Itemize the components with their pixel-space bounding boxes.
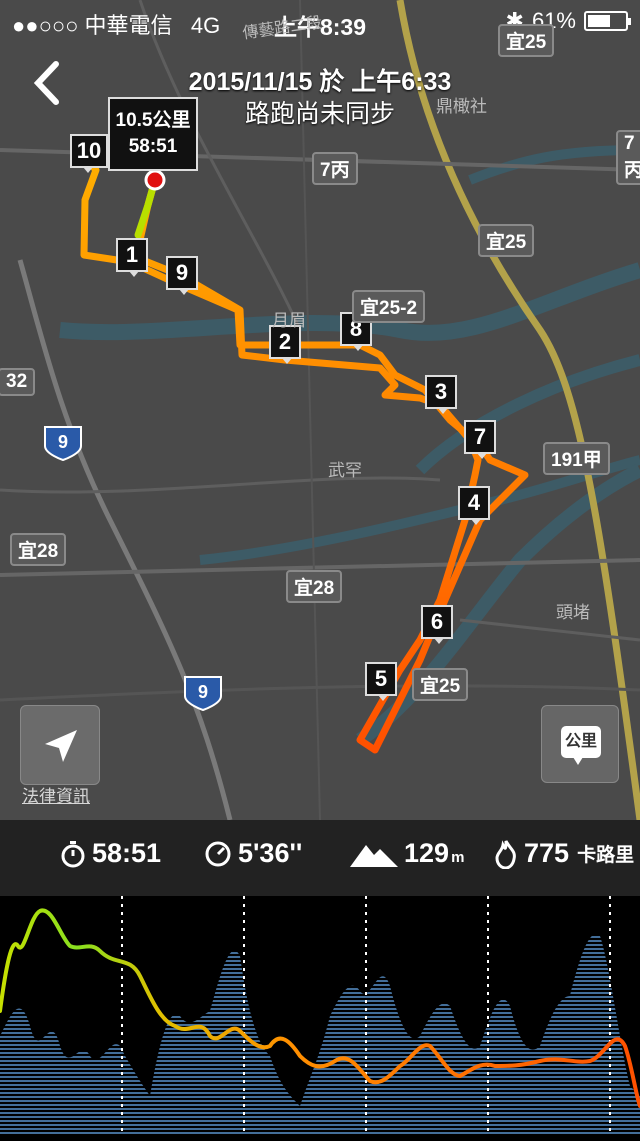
km-marker-3[interactable]: 3 [425, 375, 457, 414]
route-map[interactable]: ●●○○○ 中華電信 4G 上午8:39 ✱ 61% 2015/11/15 於 … [0, 0, 640, 820]
road-label: 宜25-2 [352, 290, 426, 323]
sync-status: 路跑尚未同步 [244, 100, 395, 128]
road-label: 191甲 [543, 442, 610, 475]
km-marker-4[interactable]: 4 [458, 486, 490, 525]
road-label: 宜28 [286, 570, 343, 603]
stats-bar: 58:51 5'36'' 129 m 775 卡路里 [0, 820, 640, 896]
speedometer-icon [205, 841, 231, 866]
pace-elevation-graph[interactable] [0, 896, 640, 1136]
road-label: 宜25 [478, 224, 535, 257]
calories-value: 775 [524, 838, 570, 868]
road-3 [0, 476, 441, 494]
location-arrow-icon [45, 730, 77, 762]
road-label: 宜25 [498, 24, 555, 57]
route-line [78, 151, 529, 754]
graph-canvas [0, 896, 640, 1136]
stat-elevation: 129 m [350, 838, 464, 869]
calories-unit: 卡路里 [577, 845, 635, 866]
km-marker-9[interactable]: 9 [166, 256, 198, 295]
road-7 [0, 684, 640, 702]
road-label: 7丙 [312, 152, 358, 185]
place-label: 月眉 [272, 311, 306, 330]
highway-shield-label: 9 [58, 432, 68, 452]
elevation-value: 129 [404, 838, 450, 868]
callout-duration: 58:51 [128, 136, 178, 157]
stat-calories: 775 卡路里 [494, 838, 634, 869]
flame-icon [495, 839, 516, 869]
elevation-unit: m [451, 849, 465, 866]
legal-link[interactable]: 法律資訊 [22, 782, 90, 807]
stat-duration: 58:51 [60, 838, 161, 869]
stat-pace: 5'36'' [204, 838, 302, 869]
road-label: 32 [0, 368, 36, 396]
km-marker-6[interactable]: 6 [421, 605, 453, 644]
unit-label: 公里 [561, 726, 601, 765]
road-label: 宜28 [10, 533, 67, 566]
pace-value: 5'36'' [238, 838, 303, 868]
km-marker-5[interactable]: 5 [365, 662, 397, 701]
highway-shield-label: 9 [198, 682, 208, 702]
callout-distance: 10.5公里 [115, 110, 191, 131]
km-marker-1[interactable]: 1 [116, 238, 148, 277]
duration-value: 58:51 [92, 838, 162, 868]
km-marker-10[interactable]: 10 [70, 134, 108, 173]
highway-shield-icon: 9 [184, 676, 222, 712]
place-label: 鼎橄社 [436, 97, 487, 116]
road-label: 宜25 [412, 668, 469, 701]
route-end-point [144, 169, 166, 191]
unit-toggle-button[interactable]: 公里 [541, 705, 619, 783]
place-label: 武罕 [328, 461, 362, 480]
stopwatch-icon [61, 840, 85, 867]
place-label: 頭堵 [556, 603, 590, 622]
highway-shield-icon: 9 [44, 426, 82, 462]
elevation-area [0, 934, 640, 1136]
road-label: 7丙 [616, 130, 640, 185]
mountain-icon [350, 844, 398, 867]
summary-callout: 10.5公里 58:51 [108, 97, 198, 171]
km-marker-7[interactable]: 7 [464, 420, 496, 459]
page-title: 2015/11/15 於 上午6:33 [188, 68, 452, 96]
locate-button[interactable] [20, 705, 100, 785]
battery-icon [584, 11, 631, 31]
